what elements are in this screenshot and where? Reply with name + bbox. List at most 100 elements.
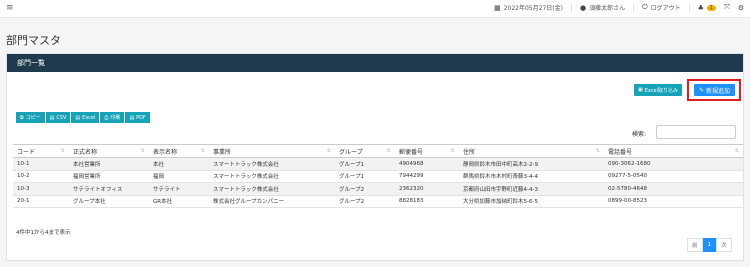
table-row[interactable]: 20-1 グループ本社 GR本社 株式会社グループカンパニー グループ2 882… — [13, 195, 743, 208]
new-add-label: 新規追加 — [706, 87, 731, 95]
address-cell: 京都府山田市宇野町近藤4-4-3 — [459, 182, 604, 196]
postal-cell: 7944299 — [395, 170, 459, 183]
group-cell: グループ2 — [335, 195, 395, 208]
sort-icon: ⇅ — [60, 148, 65, 154]
column-header[interactable]: 電話番号 ⇅ — [604, 144, 743, 158]
column-header[interactable]: 郵便番号 ⇅ — [395, 144, 459, 158]
page-title: 部門マスタ — [6, 34, 61, 47]
table-info: 4件中1から4まで表示 — [16, 230, 71, 236]
print-label: 印刷 — [110, 115, 121, 121]
department-list-panel: 部門一覧 ▣ Excel取り込み ✎ 新規追加 ⧉ コピー ▤ CSV ▤ Excel… — [6, 53, 744, 261]
display-name-cell: GR本社 — [149, 195, 209, 208]
name-cell: グループ本社 — [69, 195, 149, 208]
notification-button[interactable]: ♣ 1 — [697, 3, 717, 12]
date-display: ▦ 2022年05月27日(金) — [494, 3, 563, 13]
code-cell: 10-2 — [13, 170, 69, 183]
gear-icon[interactable]: ⚙ — [738, 4, 744, 12]
name-cell: サテライトオフィス — [69, 182, 149, 196]
display-name-cell: サテライト — [149, 182, 209, 196]
bell-icon: ♣ — [697, 3, 704, 12]
sort-icon: ⇅ — [386, 148, 391, 154]
sort-icon: ⇅ — [595, 148, 600, 154]
search-input[interactable] — [656, 125, 736, 139]
calendar-icon: ▦ — [494, 3, 501, 12]
copy-button[interactable]: ⧉ コピー — [16, 112, 45, 123]
power-icon: ⏻ — [642, 3, 648, 11]
postal-cell: 8828183 — [395, 195, 459, 208]
top-bar: ≡ ▦ 2022年05月27日(金) ● 須藤太郎さん ⏻ ログアウト ♣ 1 … — [0, 0, 750, 18]
table-row[interactable]: 10-1 本社営業所 本社 スマートトラック株式会社 グループ1 4904968… — [13, 157, 743, 171]
code-cell: 20-1 — [13, 195, 69, 208]
sort-icon: ⇅ — [140, 148, 145, 154]
excel-import-button[interactable]: ▣ Excel取り込み — [634, 84, 682, 96]
prev-page-button[interactable]: 前 — [687, 238, 703, 252]
pdf-button[interactable]: ▤ PDF — [125, 112, 150, 123]
new-add-button[interactable]: ✎ 新規追加 — [694, 84, 736, 96]
file-icon: ▤ — [49, 114, 55, 121]
postal-cell: 2362320 — [395, 182, 459, 196]
office-cell: スマートトラック株式会社 — [209, 157, 335, 171]
phone-cell: 02-5780-4648 — [604, 182, 743, 196]
code-cell: 10-1 — [13, 157, 69, 171]
office-cell: 株式会社グループカンパニー — [209, 195, 335, 208]
pdf-label: PDF — [136, 114, 146, 121]
file-icon: ▤ — [75, 114, 81, 121]
phone-cell: 090-3062-1680 — [604, 157, 743, 171]
group-cell: グループ1 — [335, 157, 395, 171]
print-button[interactable]: ⎙ 印刷 — [100, 112, 125, 123]
user-name: 須藤太郎さん — [589, 5, 626, 12]
pagination: 前 1 次 — [687, 238, 732, 252]
phone-cell: 09277-5-0540 — [604, 170, 743, 183]
logout-link[interactable]: ⏻ ログアウト — [642, 3, 681, 12]
column-header[interactable]: コード ⇅ — [13, 144, 69, 158]
excel-button[interactable]: ▤ Excel — [71, 112, 100, 123]
office-cell: スマートトラック株式会社 — [209, 182, 335, 196]
code-cell: 10-3 — [13, 182, 69, 196]
user-display: ● 須藤太郎さん — [579, 3, 626, 13]
display-name-cell: 福岡 — [149, 170, 209, 183]
csv-label: CSV — [56, 114, 67, 121]
sort-icon: ⇅ — [734, 148, 739, 154]
page-1-button[interactable]: 1 — [702, 238, 717, 252]
address-cell: 群馬県鈴木市木村町斎藤3-4-4 — [459, 170, 604, 183]
user-icon: ● — [579, 3, 587, 12]
panel-header: 部門一覧 — [7, 54, 743, 72]
column-header[interactable]: 正式名称 ⇅ — [69, 144, 149, 158]
office-cell: スマートトラック株式会社 — [209, 170, 335, 183]
column-header[interactable]: 住所 ⇅ — [459, 144, 604, 158]
postal-cell: 4904968 — [395, 157, 459, 171]
table-row[interactable]: 10-2 福岡営業所 福岡 スマートトラック株式会社 グループ1 7944299… — [13, 170, 743, 183]
top-bar-right: ▦ 2022年05月27日(金) ● 須藤太郎さん ⏻ ログアウト ♣ 1 ⤧ … — [494, 3, 744, 12]
divider — [688, 3, 690, 12]
column-header[interactable]: 表示名称 ⇅ — [149, 144, 209, 158]
table-header-row: コード ⇅ 正式名称 ⇅ 表示名称 ⇅ 事業所 ⇅ グループ ⇅ 郵便番号 ⇅ 住所 ⇅ 電話… — [13, 144, 743, 158]
sort-icon: ⇅ — [326, 148, 331, 154]
hamburger-menu-icon[interactable]: ≡ — [6, 3, 14, 13]
print-icon: ⎙ — [104, 114, 109, 121]
date-text: 2022年05月27日(金) — [503, 5, 563, 12]
panel-title: 部門一覧 — [17, 59, 45, 67]
column-header[interactable]: 事業所 ⇅ — [209, 144, 335, 158]
group-cell: グループ1 — [335, 170, 395, 183]
excel-label: Excel — [82, 114, 96, 121]
file-icon: ▤ — [129, 114, 135, 121]
phone-cell: 0899-00-8523 — [604, 195, 743, 208]
notification-badge: 1 — [706, 4, 717, 11]
address-cell: 静岡県鈴木市田中町高木2-2-9 — [459, 157, 604, 171]
divider — [633, 3, 635, 12]
edit-icon: ✎ — [699, 86, 705, 94]
divider — [570, 3, 572, 12]
fullscreen-icon[interactable]: ⤧ — [724, 3, 730, 12]
sort-icon: ⇅ — [200, 148, 205, 154]
display-name-cell: 本社 — [149, 157, 209, 171]
copy-label: コピー — [25, 115, 41, 121]
export-toolbar: ⧉ コピー ▤ CSV ▤ Excel ⎙ 印刷 ▤ PDF — [16, 112, 150, 123]
excel-file-icon: ▣ — [638, 87, 643, 93]
name-cell: 福岡営業所 — [69, 170, 149, 183]
search-label: 検索: — [632, 131, 647, 138]
department-table: コード ⇅ 正式名称 ⇅ 表示名称 ⇅ 事業所 ⇅ グループ ⇅ 郵便番号 ⇅ 住所 ⇅ 電話… — [13, 144, 743, 208]
csv-button[interactable]: ▤ CSV — [45, 112, 71, 123]
next-page-button[interactable]: 次 — [716, 238, 732, 252]
column-header[interactable]: グループ ⇅ — [335, 144, 395, 158]
table-row[interactable]: 10-3 サテライトオフィス サテライト スマートトラック株式会社 グループ2 … — [13, 182, 743, 196]
